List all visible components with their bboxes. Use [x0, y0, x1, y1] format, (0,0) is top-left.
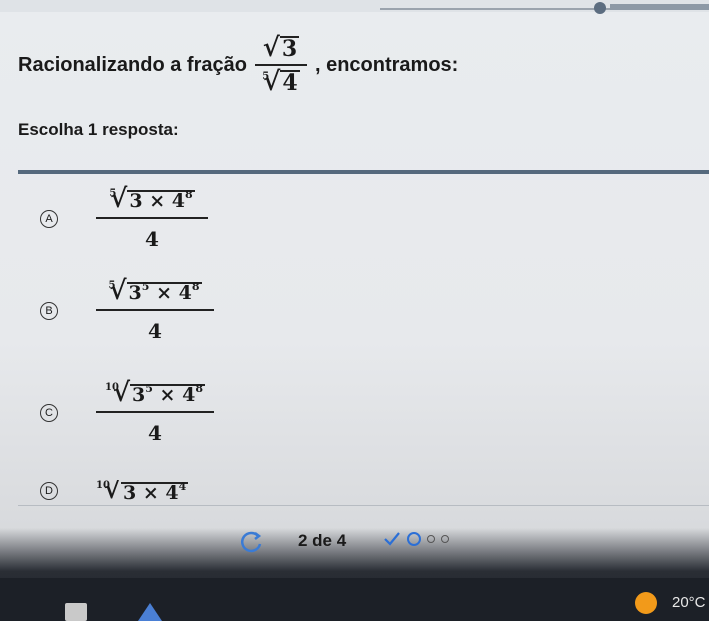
weather-sun-icon[interactable]: [635, 592, 657, 614]
check-icon: [384, 532, 400, 546]
progress-current: [407, 532, 421, 546]
top-progress-fill: [610, 4, 709, 10]
top-progress-dot: [594, 2, 606, 14]
question-suffix: , encontramos:: [314, 53, 459, 76]
divider: [18, 170, 709, 174]
option-radio-b[interactable]: B: [40, 302, 58, 321]
footer-divider: [18, 505, 709, 506]
option-a[interactable]: A 5 √ 3 × 48 4: [40, 186, 208, 251]
fraction-numerator: √ 3: [262, 32, 300, 63]
page-indicator: 2 de 4: [298, 531, 347, 550]
option-radio-d[interactable]: D: [40, 482, 58, 500]
option-d-fraction: 10 √ 3 × 44: [96, 480, 189, 502]
instruction-text: Escolha 1 resposta:: [18, 120, 179, 139]
option-c[interactable]: C 10 √ 35 × 48 4: [40, 380, 214, 445]
temperature-text[interactable]: 20°C: [672, 594, 706, 611]
option-a-fraction: 5 √ 3 × 48 4: [96, 186, 208, 251]
question-prefix: Racionalizando a fração: [18, 53, 247, 76]
question-fraction: √ 3 5 √ 4: [254, 32, 307, 97]
option-b-fraction: 5 √ 35 × 48 4: [96, 278, 214, 343]
option-radio-c[interactable]: C: [40, 404, 58, 423]
option-radio-a[interactable]: A: [40, 210, 58, 229]
progress-todo: [441, 535, 449, 543]
refresh-icon[interactable]: [240, 530, 264, 554]
os-taskbar: [0, 578, 709, 621]
progress-dots: [383, 531, 449, 547]
fraction-denominator: 5 √ 4: [262, 66, 300, 97]
progress-todo: [427, 535, 435, 543]
option-d[interactable]: D 10 √ 3 × 44: [40, 480, 189, 502]
option-c-fraction: 10 √ 35 × 48 4: [96, 380, 214, 445]
question-text: Racionalizando a fração √ 3 5 √ 4 , encont…: [18, 30, 458, 100]
option-b[interactable]: B 5 √ 35 × 48 4: [40, 278, 214, 343]
file-explorer-icon[interactable]: [65, 603, 87, 621]
